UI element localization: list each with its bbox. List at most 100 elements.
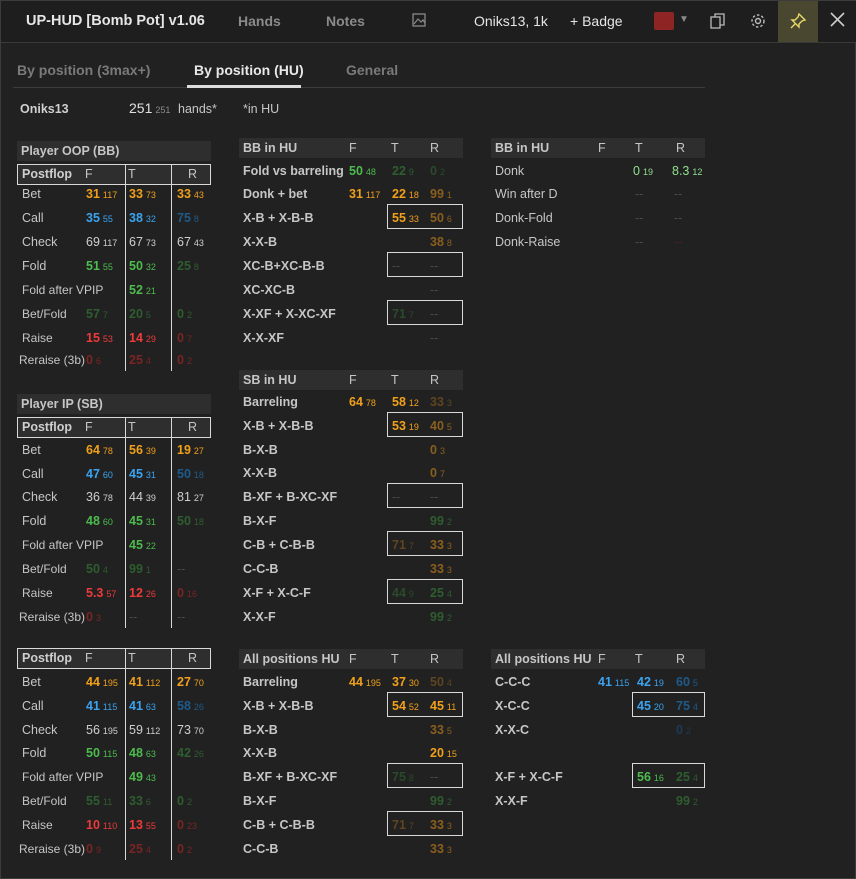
row-label-call: Call: [22, 699, 44, 713]
hands-tab[interactable]: Hands: [238, 13, 281, 29]
row-label: Donk: [495, 164, 525, 178]
stat-value: 25 4: [129, 353, 151, 367]
pin-button[interactable]: [778, 1, 818, 42]
stat-value: 50 32: [129, 259, 156, 273]
notes-tab[interactable]: Notes: [326, 13, 365, 29]
row-label-raise: Raise: [22, 818, 53, 832]
row-label: X-B + X-B-B: [243, 211, 314, 225]
row-label-raise: Raise: [22, 331, 53, 345]
stat-value: --: [674, 235, 683, 249]
row-label: XC-B+XC-B-B: [243, 259, 325, 273]
stat-value: --: [430, 283, 439, 297]
copy-icon[interactable]: [709, 12, 727, 33]
stat-value: 33 3: [430, 538, 452, 552]
col-r: R: [676, 652, 686, 666]
tab-by-position-3max[interactable]: By position (3max+): [17, 62, 150, 78]
stat-value: 52 21: [129, 283, 156, 297]
stat-value: 38 8: [430, 235, 452, 249]
row-label-betfold: Bet/Fold: [22, 794, 67, 808]
row-label-fold: Fold: [22, 746, 47, 760]
stat-value: 56 16: [637, 770, 664, 784]
stat-value: 50 6: [430, 211, 452, 225]
row-label-check: Check: [22, 235, 58, 249]
row-label: X-X-B: [243, 746, 278, 760]
stat-value: 02: [430, 164, 445, 178]
image-icon[interactable]: [411, 12, 427, 31]
col-r: R: [188, 651, 198, 665]
stat-value: 0 19: [633, 164, 653, 178]
stat-value: 55 11: [86, 794, 113, 808]
hud-window: UP-HUD [Bomb Pot] v1.06 Hands Notes Onik…: [0, 0, 856, 879]
stat-value: 45 20: [637, 699, 664, 713]
table-title: Player OOP (BB): [21, 144, 120, 158]
gear-icon[interactable]: [749, 12, 767, 33]
stat-value: 64 78: [86, 443, 113, 457]
row-label: Win after D: [495, 187, 558, 201]
stat-value: 5.3 57: [86, 586, 117, 600]
stat-value: 07: [430, 466, 445, 480]
stat-value: 19 27: [177, 443, 204, 457]
row-label-fold_vpip: Fold after VPIP: [22, 283, 104, 297]
stat-value: 45 31: [129, 514, 156, 528]
col-r: R: [430, 141, 440, 155]
tab-general[interactable]: General: [346, 62, 398, 78]
row-label-raise: Raise: [22, 586, 53, 600]
tab-by-position-hu[interactable]: By position (HU): [194, 62, 304, 78]
postflop-header: Postflop: [22, 651, 72, 665]
stat-value: 59 112: [129, 723, 161, 737]
col-r: R: [188, 167, 198, 181]
row-label: C-B + C-B-B: [243, 538, 315, 552]
close-icon[interactable]: [829, 11, 846, 31]
row-label: X-X-B: [243, 466, 278, 480]
table-title: BB in HU: [243, 141, 298, 155]
stat-value: 58 26: [177, 699, 204, 713]
row-label-call: Call: [22, 211, 44, 225]
column-divider: [125, 648, 126, 860]
row-label-check: Check: [22, 723, 58, 737]
stat-value: 50 4: [430, 675, 452, 689]
stat-value: --: [430, 259, 439, 273]
hands-count: 251 251: [129, 100, 171, 116]
column-divider: [125, 164, 126, 371]
stat-value: 71 7: [392, 307, 414, 321]
chevron-down-icon[interactable]: ▼: [679, 14, 689, 25]
row-label: Donk + bet: [243, 187, 308, 201]
color-swatch[interactable]: [654, 12, 674, 30]
table-title: BB in HU: [495, 141, 550, 155]
column-divider: [125, 417, 126, 628]
stat-value: 50 115: [86, 746, 118, 760]
row-label-reraise: Reraise (3b): [19, 842, 86, 856]
stat-value: 06: [86, 353, 101, 367]
stat-value: 45 31: [129, 467, 156, 481]
stat-value: --: [392, 490, 401, 504]
col-t: T: [391, 373, 399, 387]
stat-value: 75 4: [676, 699, 698, 713]
stat-value: 02: [177, 353, 192, 367]
row-label-fold: Fold: [22, 259, 47, 273]
stat-value: 40 5: [430, 419, 452, 433]
row-label-call: Call: [22, 467, 44, 481]
stat-value: 02: [676, 723, 691, 737]
add-badge-button[interactable]: + Badge: [570, 13, 623, 29]
stat-value: --: [177, 562, 186, 576]
stat-value: 45 11: [430, 699, 457, 713]
player-name: Oniks13: [20, 102, 69, 116]
col-t: T: [391, 652, 399, 666]
stat-value: 8.3 12: [672, 164, 703, 178]
stat-value: --: [674, 187, 683, 201]
stat-value: --: [129, 610, 138, 624]
table-title: All positions HU: [243, 652, 340, 666]
stat-value: 67 43: [177, 235, 204, 249]
stat-value: 33 3: [430, 562, 452, 576]
row-label: X-X-F: [495, 794, 528, 808]
stat-value: 27 70: [177, 675, 204, 689]
stat-value: 47 60: [86, 467, 113, 481]
stat-value: --: [430, 331, 439, 345]
row-label: B-X-F: [243, 514, 277, 528]
stat-value: 09: [86, 842, 101, 856]
row-label: B-XF + B-XC-XF: [243, 490, 338, 504]
stat-value: 41 63: [129, 699, 156, 713]
stat-value: 54 52: [392, 699, 419, 713]
stat-value: 56 39: [129, 443, 156, 457]
stat-value: 75 8: [392, 770, 414, 784]
